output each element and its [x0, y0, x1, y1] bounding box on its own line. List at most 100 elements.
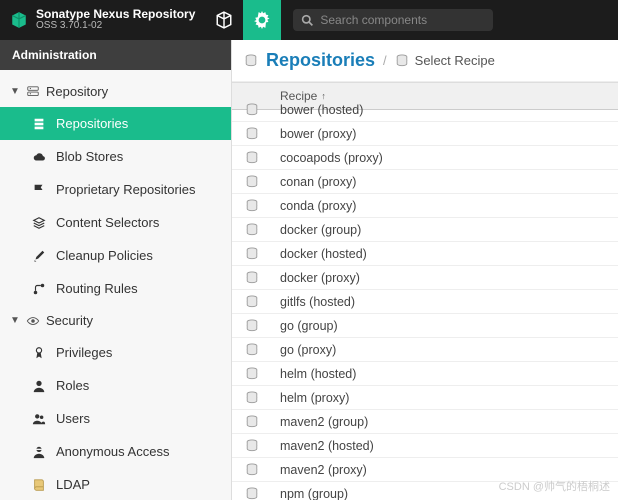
- recipe-row[interactable]: docker (group): [232, 218, 618, 242]
- breadcrumb: Repositories / Select Recipe: [232, 40, 618, 82]
- admin-button[interactable]: [243, 0, 281, 40]
- recipe-name: docker (group): [272, 217, 618, 243]
- cloud-icon: [32, 150, 46, 164]
- flag-icon: [32, 183, 46, 197]
- nav-item-label: Proprietary Repositories: [56, 182, 195, 197]
- database-icon: [245, 319, 259, 333]
- nav-group-label: Security: [46, 313, 93, 328]
- recipe-row[interactable]: helm (proxy): [232, 386, 618, 410]
- database-icon: [245, 439, 259, 453]
- search-input[interactable]: [320, 13, 485, 27]
- nav-item-cleanup-policies[interactable]: Cleanup Policies: [0, 239, 231, 272]
- recipe-name: bower (hosted): [272, 98, 618, 123]
- user-gear-icon: [32, 379, 46, 393]
- recipe-row[interactable]: conda (proxy): [232, 194, 618, 218]
- nav-item-routing-rules[interactable]: Routing Rules: [0, 272, 231, 305]
- database-icon: [245, 199, 259, 213]
- breadcrumb-sep: /: [383, 53, 387, 68]
- nav-item-blob-stores[interactable]: Blob Stores: [0, 140, 231, 173]
- caret-down-icon: ▼: [10, 86, 20, 97]
- nav-item-label: Anonymous Access: [56, 444, 169, 459]
- eye-icon: [26, 314, 40, 328]
- database-icon: [245, 487, 259, 500]
- database-icon: [245, 223, 259, 237]
- database-icon: [245, 367, 259, 381]
- recipe-row[interactable]: docker (hosted): [232, 242, 618, 266]
- search-icon: [301, 14, 314, 27]
- database-icon: [245, 271, 259, 285]
- main-panel: Repositories / Select Recipe Recipe ↑ bo…: [232, 40, 618, 500]
- recipe-row[interactable]: gitlfs (hosted): [232, 290, 618, 314]
- recipe-row[interactable]: maven2 (hosted): [232, 434, 618, 458]
- route-icon: [32, 282, 46, 296]
- recipe-row[interactable]: go (proxy): [232, 338, 618, 362]
- recipe-name: docker (proxy): [272, 265, 618, 291]
- nav-group-security[interactable]: ▼ Security: [0, 305, 231, 336]
- nav-tree: ▼ Repository Repositories Blob Stores Prop…: [0, 70, 231, 500]
- database-icon: [395, 54, 409, 68]
- database-icon: [245, 295, 259, 309]
- anon-icon: [32, 445, 46, 459]
- browse-button[interactable]: [205, 0, 243, 40]
- recipe-row[interactable]: bower (hosted): [232, 98, 618, 122]
- database-icon: [245, 391, 259, 405]
- nav-item-repositories[interactable]: Repositories: [0, 107, 231, 140]
- database-icon: [244, 54, 258, 68]
- nav-item-label: Routing Rules: [56, 281, 138, 296]
- nav-item-label: Privileges: [56, 345, 112, 360]
- nav-item-label: Users: [56, 411, 90, 426]
- nav-item-proprietary-repositories[interactable]: Proprietary Repositories: [0, 173, 231, 206]
- nav-item-anonymous-access[interactable]: Anonymous Access: [0, 435, 231, 468]
- nav-item-users[interactable]: Users: [0, 402, 231, 435]
- database-icon: [245, 151, 259, 165]
- stack-icon: [32, 117, 46, 131]
- nav-group-repository[interactable]: ▼ Repository: [0, 76, 231, 107]
- recipe-row[interactable]: cocoapods (proxy): [232, 146, 618, 170]
- gear-icon: [253, 11, 271, 29]
- book-icon: [32, 478, 46, 492]
- recipe-name: gitlfs (hosted): [272, 289, 618, 315]
- recipe-name: docker (hosted): [272, 241, 618, 267]
- users-icon: [32, 412, 46, 426]
- recipe-row[interactable]: docker (proxy): [232, 266, 618, 290]
- nav-item-privileges[interactable]: Privileges: [0, 336, 231, 369]
- recipe-name: go (group): [272, 313, 618, 339]
- database-icon: [245, 247, 259, 261]
- cube-icon: [215, 11, 233, 29]
- ribbon-icon: [32, 346, 46, 360]
- database-icon: [245, 463, 259, 477]
- recipe-name: conda (proxy): [272, 193, 618, 219]
- recipe-name: maven2 (hosted): [272, 433, 618, 459]
- nav-item-label: Content Selectors: [56, 215, 159, 230]
- top-bar: Sonatype Nexus Repository OSS 3.70.1-02: [0, 0, 618, 40]
- recipe-row[interactable]: maven2 (group): [232, 410, 618, 434]
- grid-body[interactable]: bower (hosted)bower (proxy)cocoapods (pr…: [232, 98, 618, 500]
- breadcrumb-sub: Select Recipe: [415, 53, 495, 68]
- nav-item-ldap[interactable]: LDAP: [0, 468, 231, 500]
- database-icon: [245, 343, 259, 357]
- nav-item-label: Blob Stores: [56, 149, 123, 164]
- nav-item-label: Roles: [56, 378, 89, 393]
- nav-group-label: Repository: [46, 84, 108, 99]
- watermark: CSDN @帅气的梧桐述: [499, 478, 610, 494]
- recipe-row[interactable]: helm (hosted): [232, 362, 618, 386]
- server-icon: [26, 85, 40, 99]
- recipe-name: maven2 (group): [272, 409, 618, 435]
- brush-icon: [32, 249, 46, 263]
- nav-item-label: Repositories: [56, 116, 128, 131]
- recipe-row[interactable]: bower (proxy): [232, 122, 618, 146]
- caret-down-icon: ▼: [10, 315, 20, 326]
- recipe-name: conan (proxy): [272, 169, 618, 195]
- recipe-row[interactable]: go (group): [232, 314, 618, 338]
- breadcrumb-title[interactable]: Repositories: [266, 50, 375, 71]
- layers-icon: [32, 216, 46, 230]
- sidebar: Administration ▼ Repository Repositories…: [0, 40, 232, 500]
- brand[interactable]: Sonatype Nexus Repository OSS 3.70.1-02: [0, 0, 205, 40]
- search-box[interactable]: [293, 9, 493, 31]
- nav-item-content-selectors[interactable]: Content Selectors: [0, 206, 231, 239]
- recipe-row[interactable]: conan (proxy): [232, 170, 618, 194]
- nav-item-label: Cleanup Policies: [56, 248, 153, 263]
- recipe-name: helm (proxy): [272, 385, 618, 411]
- database-icon: [245, 127, 259, 141]
- nav-item-roles[interactable]: Roles: [0, 369, 231, 402]
